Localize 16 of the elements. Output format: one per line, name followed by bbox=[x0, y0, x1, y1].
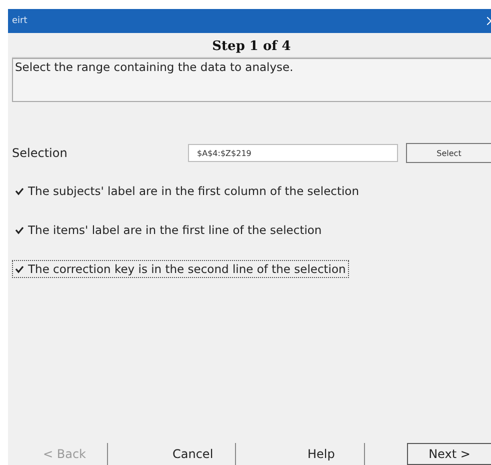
dialog-button[interactable]: Next > bbox=[406, 443, 491, 465]
option-label: The items' label are in the first line of the selection bbox=[28, 223, 322, 237]
instructions-text: Select the range containing the data to analyse. bbox=[12, 58, 491, 102]
selection-field[interactable]: $A$4:$Z$219 bbox=[188, 144, 398, 162]
checkbox-icon bbox=[15, 186, 24, 196]
option-label: The correction key is in the second line of the selection bbox=[28, 262, 346, 276]
checkbox-icon bbox=[15, 264, 24, 274]
option-checkbox[interactable]: The correction key is in the second line of the selection bbox=[12, 260, 349, 278]
option-checkbox[interactable]: The items' label are in the first line of the selection bbox=[12, 221, 325, 239]
close-icon[interactable] bbox=[487, 17, 491, 25]
checkbox-icon bbox=[15, 226, 24, 234]
option-label: The subjects' label are in the first column of the selection bbox=[28, 184, 359, 198]
selection-label: Selection bbox=[12, 146, 68, 160]
window-title: eirt bbox=[12, 16, 28, 26]
select-button[interactable]: Select bbox=[406, 143, 491, 163]
option-checkbox[interactable]: The subjects' label are in the first column of the selection bbox=[12, 182, 362, 200]
